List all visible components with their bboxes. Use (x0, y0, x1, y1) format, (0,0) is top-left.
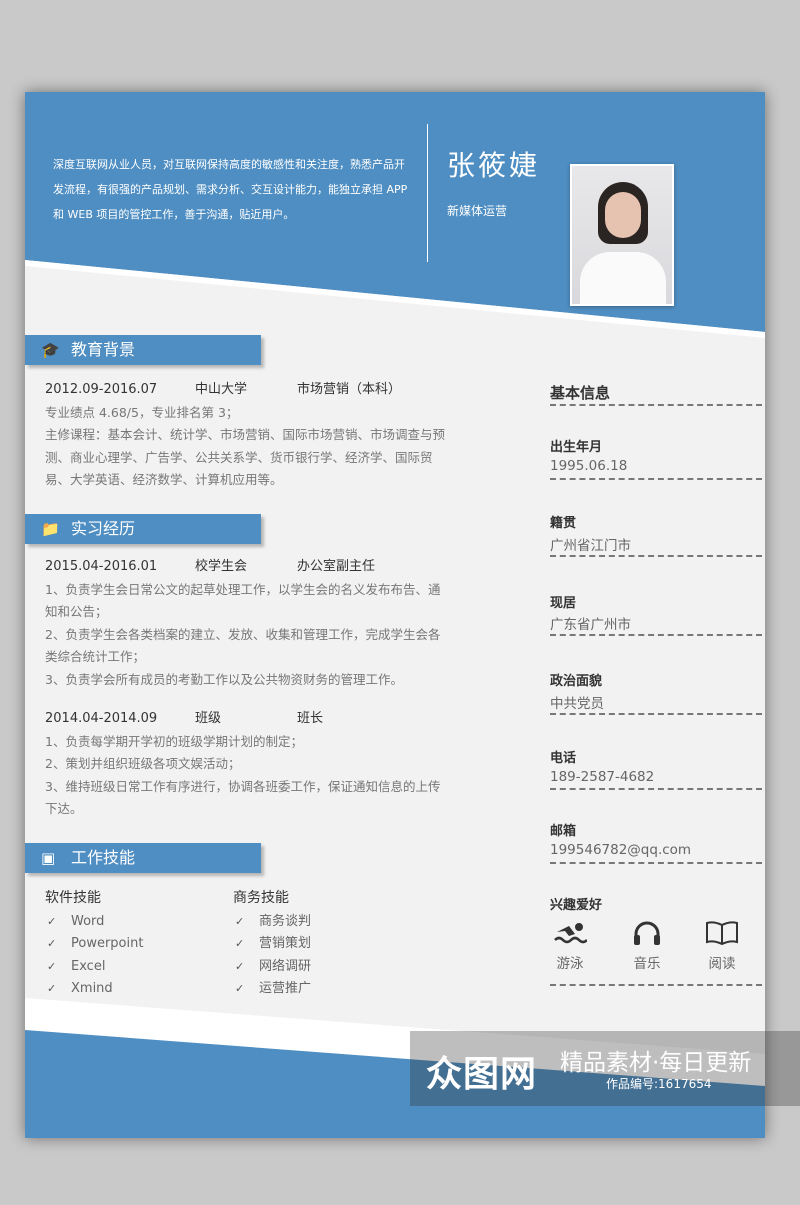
section-title: 教育背景 (71, 340, 136, 359)
job-line: 1、负责每学期开学初的班级学期计划的制定； (45, 733, 303, 749)
skill-item: ✓ Powerpoint (45, 933, 143, 956)
job-line: 1、负责学生会日常公文的起草处理工作，以学生会的名义发布布告、通知和公告； (45, 581, 441, 620)
swimming-icon (554, 923, 587, 944)
info-value: 1995.06.18 (550, 458, 628, 474)
check-icon: ✓ (235, 982, 245, 995)
job-block: 2015.04-2016.01 校学生会 办公室副主任 1、负责学生会日常公文的起草… (45, 556, 445, 691)
software-skills: 软件技能 ✓ Word ✓ Powerpoint ✓ Excel ✓ Xmind (45, 887, 143, 1001)
job-org: 校学生会 (195, 559, 248, 574)
graduation-cap-icon: 🎓 (41, 341, 60, 359)
divider (550, 404, 762, 406)
skills-subtitle: 软件技能 (45, 890, 101, 906)
hobby-item: 音乐 (622, 920, 672, 972)
divider (550, 713, 762, 715)
info-label: 邮箱 (550, 824, 577, 839)
info-label: 现居 (550, 596, 577, 611)
divider (550, 634, 762, 636)
presentation-icon: ▣ (41, 849, 56, 867)
job-period: 2015.04-2016.01 (45, 559, 158, 574)
info-label: 籍贯 (550, 516, 577, 531)
info-value: 199546782@qq.com (550, 842, 692, 858)
headphones-icon (634, 921, 660, 945)
book-icon (706, 921, 738, 946)
edu-period: 2012.09-2016.07 (45, 382, 158, 397)
intro-text: 深度互联网从业人员，对互联网保持高度的敏感性和关注度，熟悉产品开发流程，有很强的… (53, 158, 408, 221)
info-title: 基本信息 (550, 384, 611, 402)
section-education: 🎓 教育背景 (25, 335, 261, 365)
education-block: 2012.09-2016.07 中山大学 市场营销（本科） 专业绩点 4.68/5，… (45, 379, 445, 492)
skills-subtitle: 商务技能 (233, 890, 289, 906)
divider (550, 478, 762, 480)
skill-item: ✓ 运营推广 (233, 978, 311, 1001)
check-icon: ✓ (47, 937, 57, 950)
watermark-slogan: 精品素材·每日更新 (560, 1050, 752, 1076)
skill-item: ✓ 网络调研 (233, 956, 311, 979)
resume-page: 深度互联网从业人员，对互联网保持高度的敏感性和关注度，熟悉产品开发流程，有很强的… (25, 92, 765, 1138)
job-position: 办公室副主任 (297, 559, 376, 574)
edu-major: 市场营销（本科） (297, 382, 402, 397)
business-skills: 商务技能 ✓ 商务谈判 ✓ 营销策划 ✓ 网络调研 ✓ 运营推广 (233, 887, 311, 1001)
info-label: 政治面貌 (550, 674, 603, 689)
check-icon: ✓ (235, 914, 245, 928)
skill-item: ✓ 商务谈判 (233, 911, 311, 934)
divider (550, 555, 762, 557)
divider (550, 984, 762, 986)
section-internship: 📁 实习经历 (25, 514, 261, 544)
job-period: 2014.04-2014.09 (45, 711, 158, 726)
job-line: 3、维持班级日常工作有序进行，协调各班委工作，保证通知信息的上传下达。 (45, 778, 441, 817)
edu-line: 主修课程：基本会计、统计学、市场营销、国际市场营销、市场调查与预测、商业心理学、… (45, 427, 446, 487)
job-line: 2、策划并组织班级各项文娱活动； (45, 756, 241, 771)
skill-item: ✓ Excel (45, 956, 143, 979)
header-divider-line (427, 124, 428, 262)
profile-photo (570, 164, 674, 306)
skill-item: ✓ 营销策划 (233, 933, 311, 956)
check-icon: ✓ (235, 959, 245, 973)
info-value: 广东省广州市 (550, 617, 631, 633)
hobby-title: 兴趣爱好 (550, 898, 603, 913)
skill-item: ✓ Word (45, 911, 143, 934)
check-icon: ✓ (47, 982, 57, 995)
hobby-item: 游泳 (545, 920, 595, 972)
section-title: 工作技能 (71, 848, 136, 867)
folder-icon: 📁 (41, 520, 60, 538)
check-icon: ✓ (47, 959, 57, 973)
job-line: 2、负责学生会各类档案的建立、发放、收集和管理工作，完成学生会各类综合统计工作； (45, 626, 441, 665)
section-skills: ▣ 工作技能 (25, 843, 261, 873)
hobby-item: 阅读 (697, 920, 747, 972)
info-label: 出生年月 (550, 440, 603, 455)
section-title: 实习经历 (71, 519, 136, 538)
job-line: 3、负责学会所有成员的考勤工作以及公共物资财务的管理工作。 (45, 671, 403, 687)
edu-line: 专业绩点 4.68/5，专业排名第 3； (45, 404, 239, 420)
job-position: 班长 (297, 711, 324, 726)
check-icon: ✓ (235, 937, 245, 950)
candidate-role: 新媒体运营 (447, 204, 508, 218)
job-block: 2014.04-2014.09 班级 班长 1、负责每学期开学初的班级学期计划的制定… (45, 708, 445, 821)
info-value: 中共党员 (550, 696, 604, 712)
watermark-logo: 众图网 (426, 1054, 538, 1095)
check-icon: ✓ (47, 914, 57, 928)
edu-school: 中山大学 (195, 382, 248, 397)
skill-item: ✓ Xmind (45, 978, 143, 1001)
divider (550, 862, 762, 864)
job-org: 班级 (195, 711, 222, 726)
info-value: 189-2587-4682 (550, 769, 655, 785)
watermark-code: 作品编号:1617654 (606, 1077, 712, 1091)
divider (550, 788, 762, 790)
candidate-name: 张筱婕 (447, 149, 541, 182)
watermark: 众图网 精品素材·每日更新 作品编号:1617654 (410, 1031, 800, 1106)
info-label: 电话 (550, 751, 577, 766)
info-value: 广州省江门市 (550, 538, 631, 554)
